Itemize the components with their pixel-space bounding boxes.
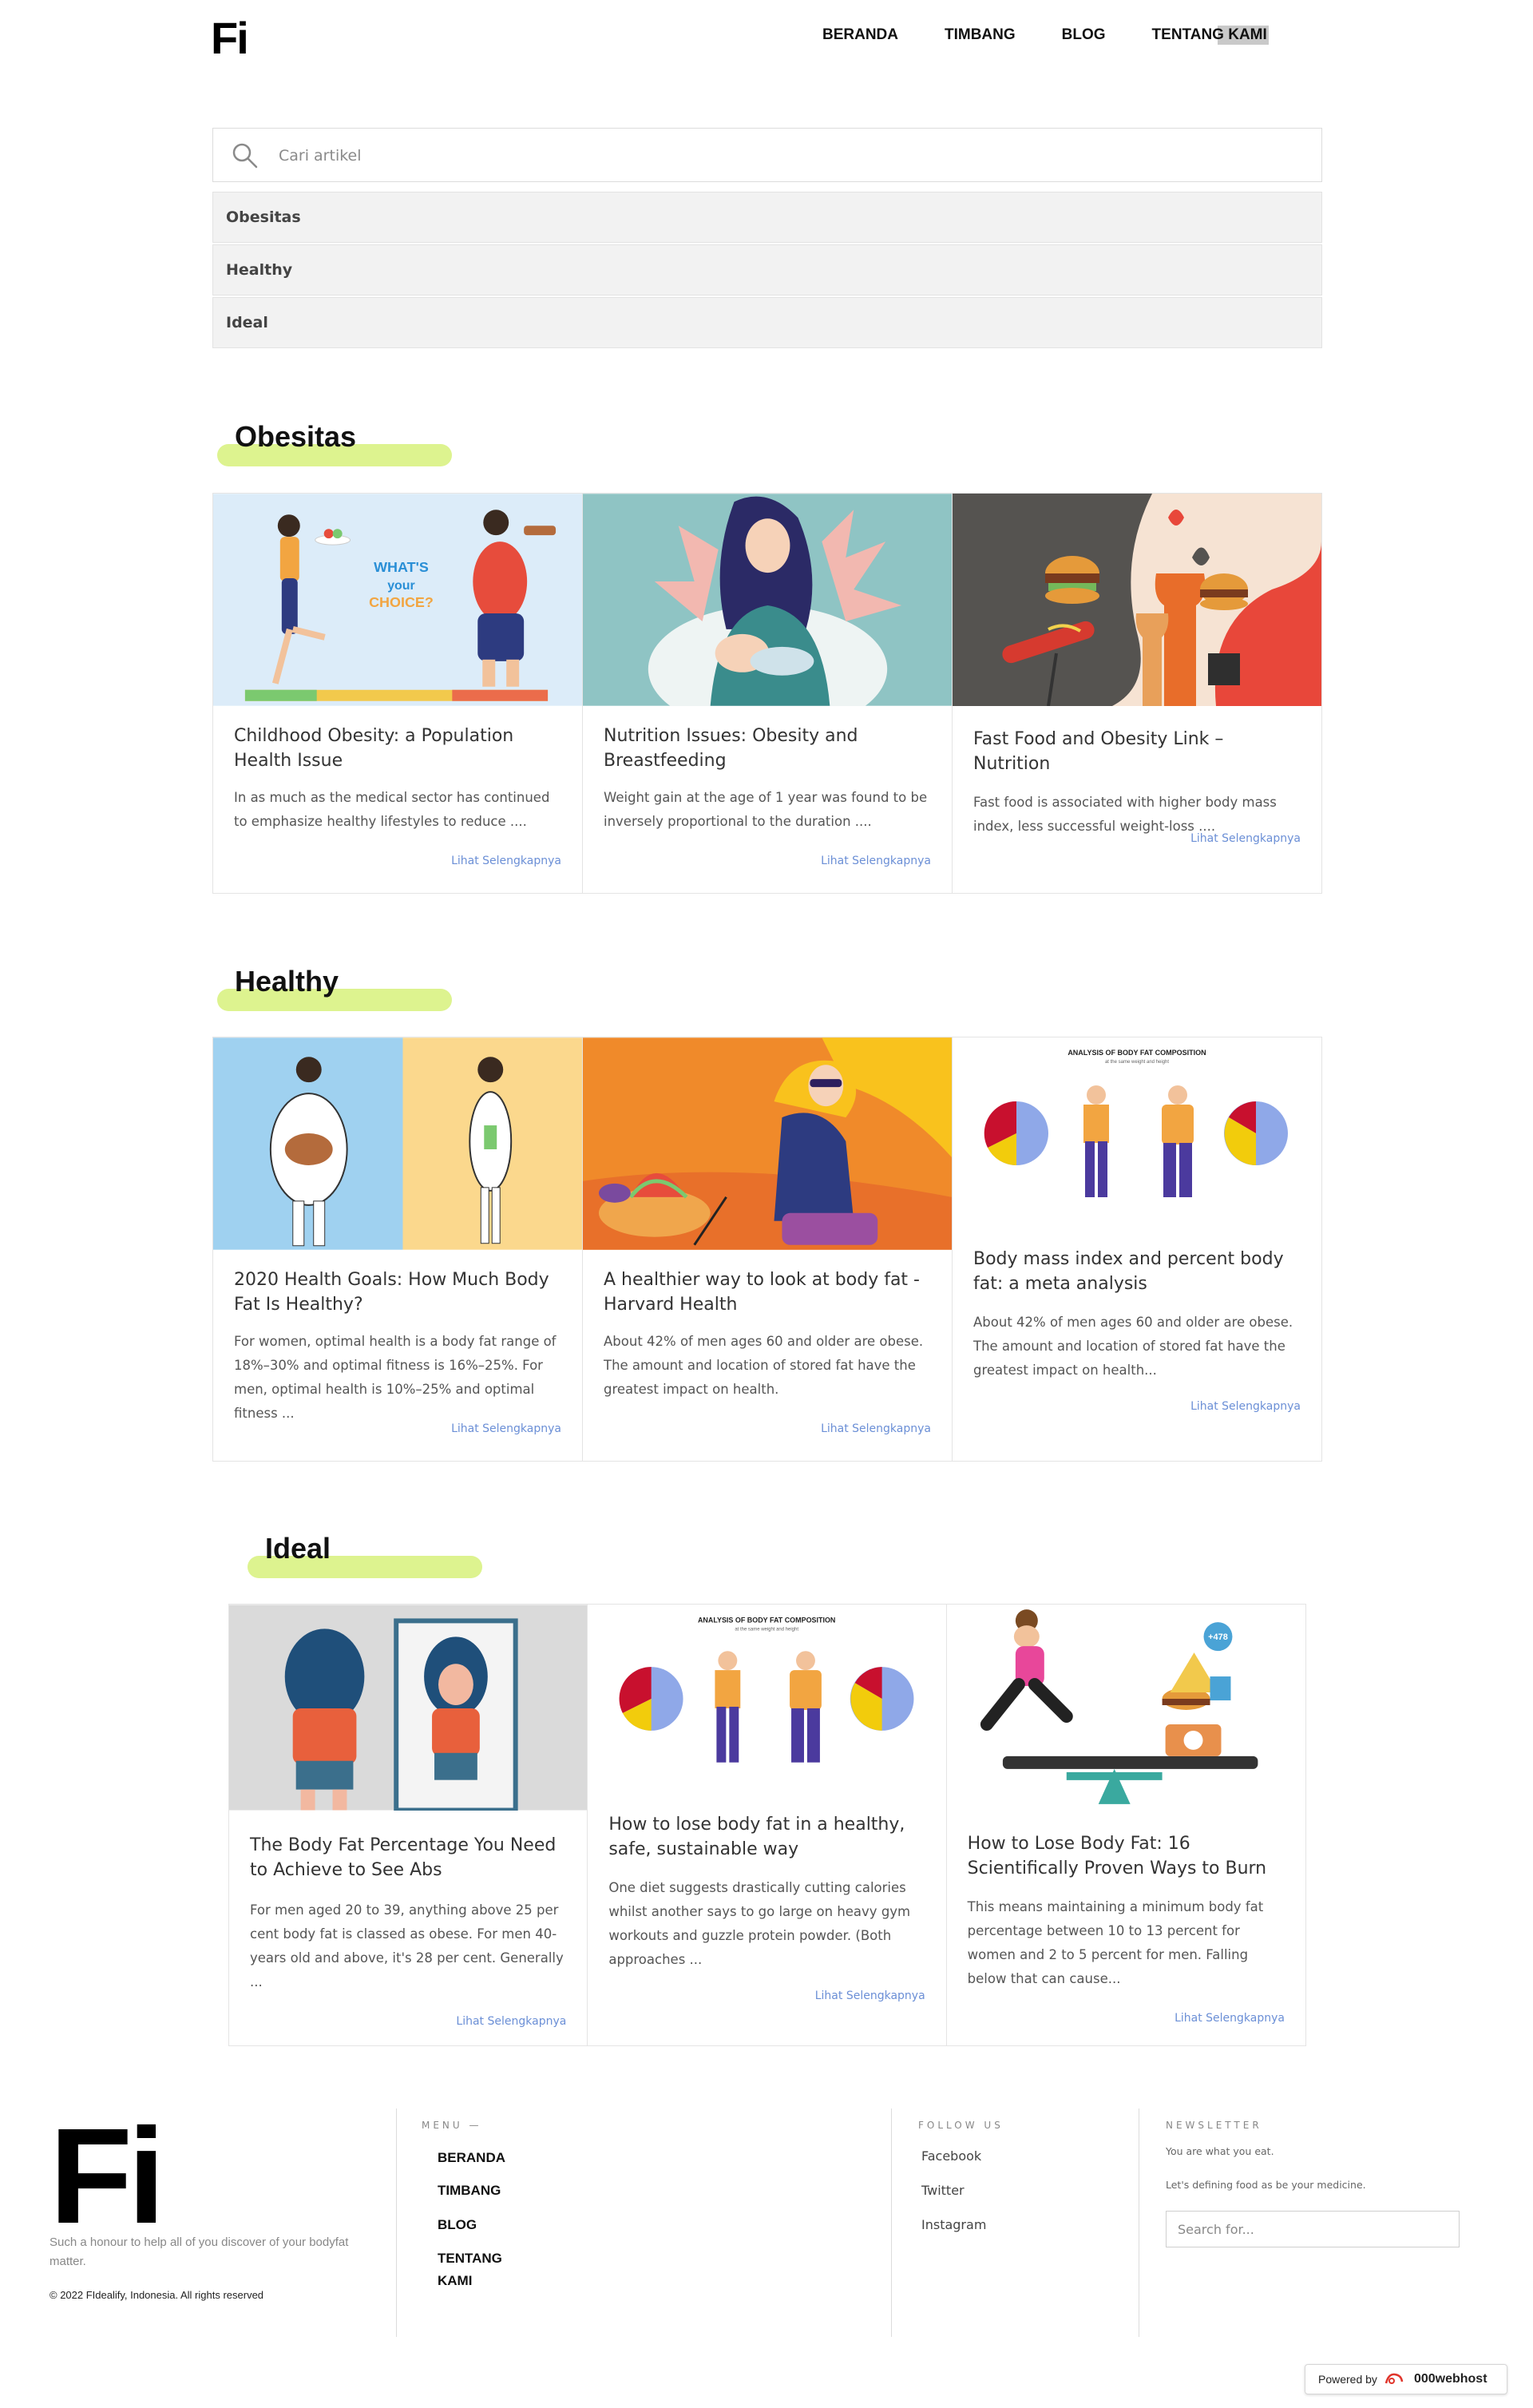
footer-link-timbang[interactable]: TIMBANG [438,2180,501,2202]
footer-link-tentang-kami[interactable]: TENTANG KAMI [438,2247,509,2292]
article-title[interactable]: How to lose body fat in a healthy, safe,… [608,1812,925,1862]
article-thumbnail [583,1037,952,1250]
article-thumbnail [953,494,1321,706]
svg-text:your: your [387,579,415,593]
read-more-link[interactable]: Lihat Selengkapnya [451,1422,561,1435]
article-thumbnail: +478 [946,1605,1305,1814]
article-card[interactable]: ANALYSIS OF BODY FAT COMPOSITION at the … [588,1605,947,2045]
article-thumbnail [213,1037,582,1250]
site-logo[interactable]: Fi [211,14,249,62]
article-excerpt: About 42% of men ages 60 and older are o… [973,1315,1293,1378]
footer-link-blog[interactable]: BLOG [438,2214,477,2236]
article-card[interactable]: Fast Food and Obesity Link – Nutrition F… [953,494,1321,893]
infographic-title: ANALYSIS OF BODY FAT COMPOSITION [1068,1049,1206,1057]
category-healthy[interactable]: Healthy [212,244,1322,296]
footer-link-beranda[interactable]: BERANDA [438,2147,505,2169]
article-title[interactable]: Childhood Obesity: a Population Health I… [234,724,561,773]
healthy-card-grid: 2020 Health Goals: How Much Body Fat Is … [212,1037,1322,1462]
svg-text:at the same weight and height: at the same weight and height [1105,1060,1169,1065]
category-obesitas[interactable]: Obesitas [212,192,1322,243]
article-excerpt: Fast food is associated with higher body… [973,795,1277,834]
nav-tentang-kami[interactable]: TENTANG KAMI [1151,26,1269,45]
article-card[interactable]: WHAT'S your CHOICE? Childhood Obesity: a… [213,494,583,893]
nav-timbang[interactable]: TIMBANG [945,26,1016,45]
footer-copyright: © 2022 FIdealify, Indonesia. All rights … [50,2289,264,2301]
read-more-link[interactable]: Lihat Selengkapnya [456,2015,566,2028]
footer-menu-heading: MENU — [422,2120,482,2131]
section-title-ideal: Ideal [248,1532,482,1578]
newsletter-line-1: You are what you eat. [1166,2145,1274,2157]
article-excerpt: Weight gain at the age of 1 year was fou… [604,790,928,829]
article-title[interactable]: Body mass index and percent body fat: a … [973,1247,1301,1296]
article-card[interactable]: ANALYSIS OF BODY FAT COMPOSITION at the … [953,1037,1321,1461]
article-thumbnail: ANALYSIS OF BODY FAT COMPOSITION at the … [953,1037,1321,1229]
article-excerpt: In as much as the medical sector has con… [234,790,550,829]
badge-brand: 000webhost [1413,2372,1487,2386]
read-more-link[interactable]: Lihat Selengkapnya [1175,2012,1285,2025]
section-title-healthy: Healthy [217,965,452,1011]
category-ideal[interactable]: Ideal [212,297,1322,348]
footer-divider [891,2108,892,2337]
article-excerpt: One diet suggests drastically cutting ca… [608,1880,911,1967]
infographic-title: ANALYSIS OF BODY FAT COMPOSITION [698,1616,835,1624]
footer-tagline: Such a honour to help all of you discove… [50,2235,349,2268]
hosting-badge[interactable]: Powered by 000webhost [1305,2364,1507,2394]
badge-powered-text: Powered by [1318,2373,1377,2386]
read-more-link[interactable]: Lihat Selengkapnya [821,1422,931,1435]
article-thumbnail [229,1605,588,1811]
svg-text:at the same weight and height: at the same weight and height [735,1627,799,1632]
choice-text: WHAT'S [374,559,429,575]
twitter-link[interactable]: Twitter [921,2183,965,2198]
main-nav: BERANDA TIMBANG BLOG TENTANG KAMI [822,26,1269,45]
article-thumbnail [583,494,952,706]
section-title-obesitas: Obesitas [217,420,452,466]
instagram-link[interactable]: Instagram [921,2217,986,2232]
newsletter-input[interactable] [1166,2211,1460,2247]
facebook-link[interactable]: Facebook [921,2148,981,2164]
article-thumbnail: WHAT'S your CHOICE? [213,494,582,706]
article-thumbnail: ANALYSIS OF BODY FAT COMPOSITION at the … [588,1605,946,1791]
article-title[interactable]: 2020 Health Goals: How Much Body Fat Is … [234,1267,561,1317]
ideal-card-grid: The Body Fat Percentage You Need to Achi… [228,1604,1306,2046]
read-more-link[interactable]: Lihat Selengkapnya [1190,832,1301,845]
nav-blog[interactable]: BLOG [1062,26,1106,45]
host-logo-icon [1384,2373,1404,2384]
obesitas-card-grid: WHAT'S your CHOICE? Childhood Obesity: a… [212,493,1322,894]
read-more-link[interactable]: Lihat Selengkapnya [821,855,931,867]
category-list: Obesitas Healthy Ideal [212,192,1322,350]
footer-newsletter-heading: NEWSLETTER [1166,2120,1262,2131]
article-excerpt: For men aged 20 to 39, anything above 25… [250,1902,564,1989]
search-input[interactable] [279,140,1301,172]
footer-follow-heading: FOLLOW US [918,2120,1004,2131]
article-title[interactable]: A healthier way to look at body fat - Ha… [604,1267,931,1317]
article-title[interactable]: The Body Fat Percentage You Need to Achi… [250,1833,566,1882]
nav-beranda[interactable]: BERANDA [822,26,898,45]
newsletter-line-2: Let's defining food as be your medicine. [1166,2179,1366,2191]
article-excerpt: This means maintaining a minimum body fa… [967,1899,1264,1986]
read-more-link[interactable]: Lihat Selengkapnya [451,855,561,867]
article-title[interactable]: Nutrition Issues: Obesity and Breastfeed… [604,724,931,773]
article-excerpt: About 42% of men ages 60 and older are o… [604,1334,924,1397]
article-card[interactable]: A healthier way to look at body fat - Ha… [583,1037,953,1461]
search-icon[interactable] [231,141,259,170]
article-title[interactable]: How to Lose Body Fat: 16 Scientifically … [968,1831,1285,1881]
article-card[interactable]: 2020 Health Goals: How Much Body Fat Is … [213,1037,583,1461]
article-title[interactable]: Fast Food and Obesity Link – Nutrition [973,727,1301,776]
svg-text:CHOICE?: CHOICE? [369,594,434,610]
read-more-link[interactable]: Lihat Selengkapnya [1190,1400,1301,1413]
article-card[interactable]: Nutrition Issues: Obesity and Breastfeed… [583,494,953,893]
read-more-link[interactable]: Lihat Selengkapnya [815,1989,925,2002]
article-card[interactable]: +478 How to Lose Body Fat: 16 Scientific… [946,1605,1305,2045]
footer-logo[interactable]: Fi [50,2108,165,2244]
calorie-badge: +478 [1208,1632,1228,1642]
article-card[interactable]: The Body Fat Percentage You Need to Achi… [229,1605,588,2045]
search-bar [212,128,1322,182]
article-excerpt: For women, optimal health is a body fat … [234,1334,557,1421]
footer-divider [396,2108,397,2337]
